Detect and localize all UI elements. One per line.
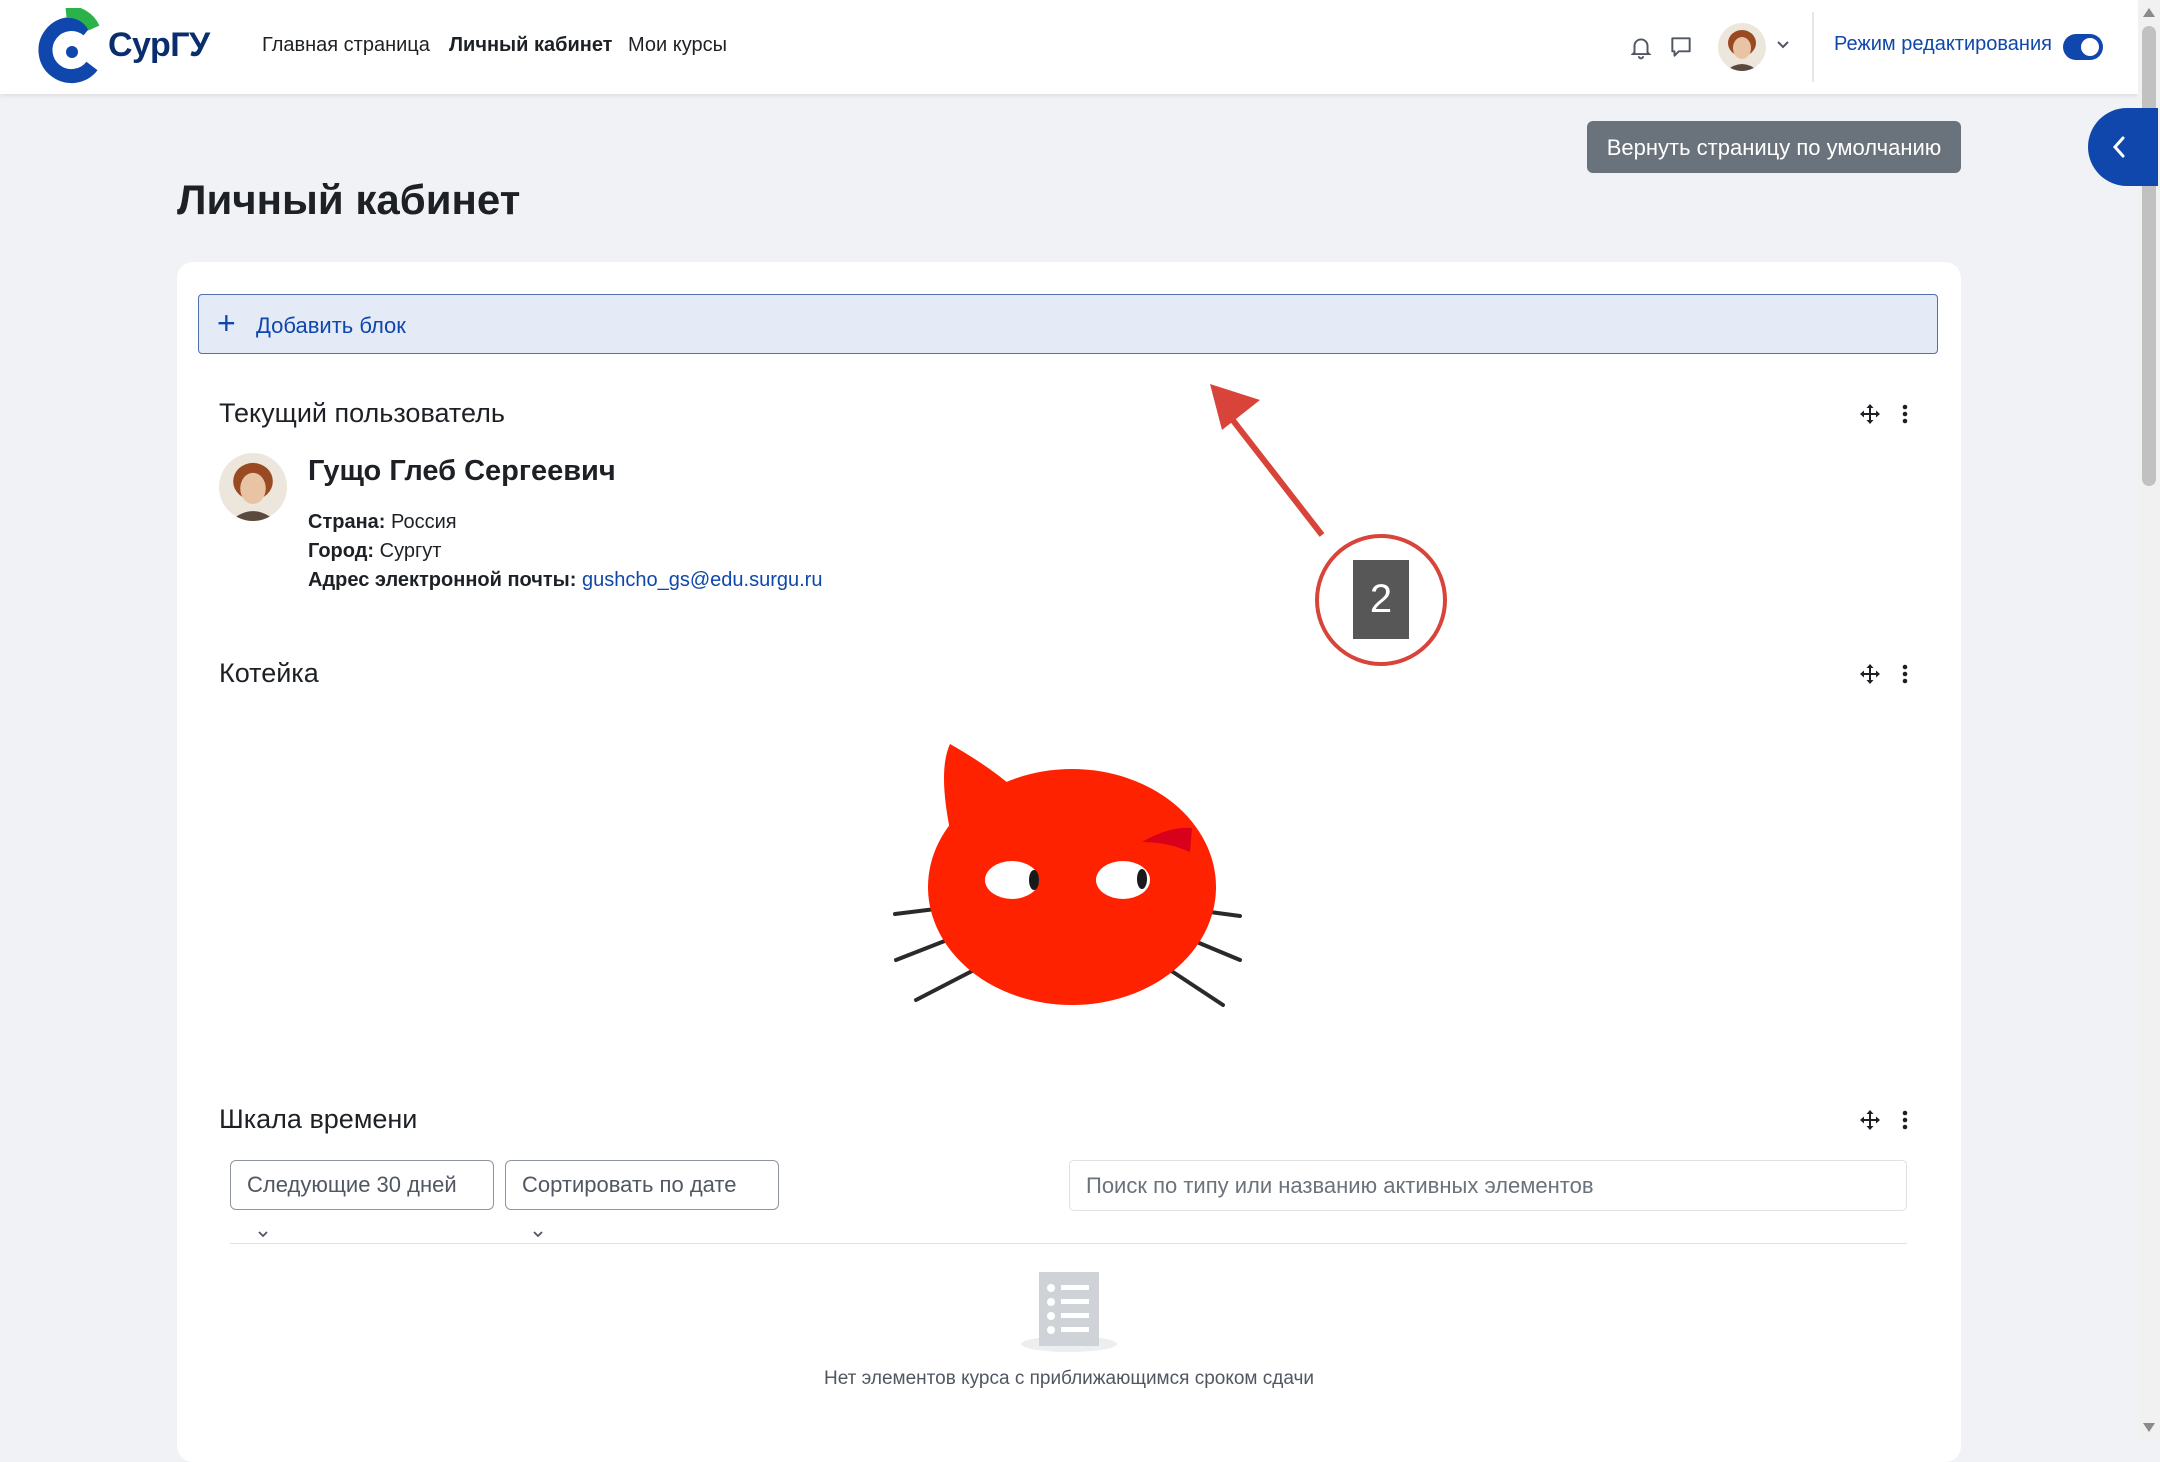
user-country-row: Страна: Россия [308,511,457,534]
timeline-empty-message: Нет элементов курса с приближающимся сро… [823,1368,1315,1389]
email-label: Адрес электронной почты: [308,569,577,591]
move-icon[interactable] [1858,662,1882,686]
nav-home[interactable]: Главная страница [262,34,430,57]
plus-icon: + [217,305,236,341]
user-avatar [219,453,287,521]
add-block-button[interactable]: + Добавить блок [198,294,1938,354]
navbar-divider [1812,12,1814,82]
kebab-menu-icon[interactable] [1901,1108,1909,1132]
email-link[interactable]: gushcho_gs@edu.surgu.ru [582,569,822,591]
user-full-name: Гущо Глеб Сергеевич [308,455,616,487]
timeline-divider [230,1243,1907,1244]
top-navbar: СурГУ Главная страница Личный кабинет Мо… [0,0,2138,94]
kebab-menu-icon[interactable] [1901,662,1909,686]
sort-select-value: Сортировать по дате [522,1172,737,1197]
logo-text[interactable]: СурГУ [108,26,210,65]
country-label: Страна: [308,511,386,533]
scroll-down-arrow-icon[interactable] [2143,1423,2155,1432]
scroll-thumb[interactable] [2142,26,2156,486]
range-select-value: Следующие 30 дней [247,1172,457,1197]
empty-list-icon [1021,1272,1117,1352]
reset-page-button[interactable]: Вернуть страницу по умолчанию [1587,121,1961,173]
block-drawer-toggle[interactable] [2088,108,2158,186]
avatar-image [1718,23,1766,71]
move-icon[interactable] [1858,1108,1882,1132]
move-icon[interactable] [1858,402,1882,426]
country-value: Россия [391,511,457,533]
user-avatar-menu[interactable] [1718,23,1766,71]
user-email-row: Адрес электронной почты: gushcho_gs@edu.… [308,569,822,592]
avatar-image [219,453,287,521]
chevron-down-icon [533,1231,543,1238]
user-block-title: Текущий пользователь [219,398,505,428]
annotation-step-badge: 2 [1353,560,1409,639]
cat-image [893,744,1242,1007]
edit-mode-label: Режим редактирования [1834,33,2052,55]
nav-dashboard[interactable]: Личный кабинет [449,34,612,57]
timeline-range-select[interactable]: Следующие 30 дней [230,1160,494,1238]
bell-icon[interactable] [1628,34,1654,60]
timeline-search-input[interactable] [1069,1160,1907,1211]
page-title: Личный кабинет [177,176,521,223]
messages-icon[interactable] [1668,34,1694,60]
chevron-down-icon[interactable] [1776,38,1790,52]
add-block-label: Добавить блок [256,313,406,338]
timeline-sort-select[interactable]: Сортировать по дате [505,1160,779,1238]
timeline-block-title: Шкала времени [219,1104,418,1134]
page-scrollbar[interactable] [2138,0,2160,1440]
city-label: Город: [308,540,375,562]
user-city-row: Город: Сургут [308,540,441,563]
chevron-down-icon [258,1231,268,1238]
chevron-left-icon [2112,136,2125,158]
nav-my-courses[interactable]: Мои курсы [628,34,727,57]
city-value: Сургут [379,540,442,562]
cat-block-title: Котейка [219,658,319,688]
scroll-up-arrow-icon[interactable] [2143,8,2155,17]
surgu-logo-icon[interactable] [36,8,106,86]
edit-mode-toggle[interactable] [2063,34,2103,60]
kebab-menu-icon[interactable] [1901,402,1909,426]
